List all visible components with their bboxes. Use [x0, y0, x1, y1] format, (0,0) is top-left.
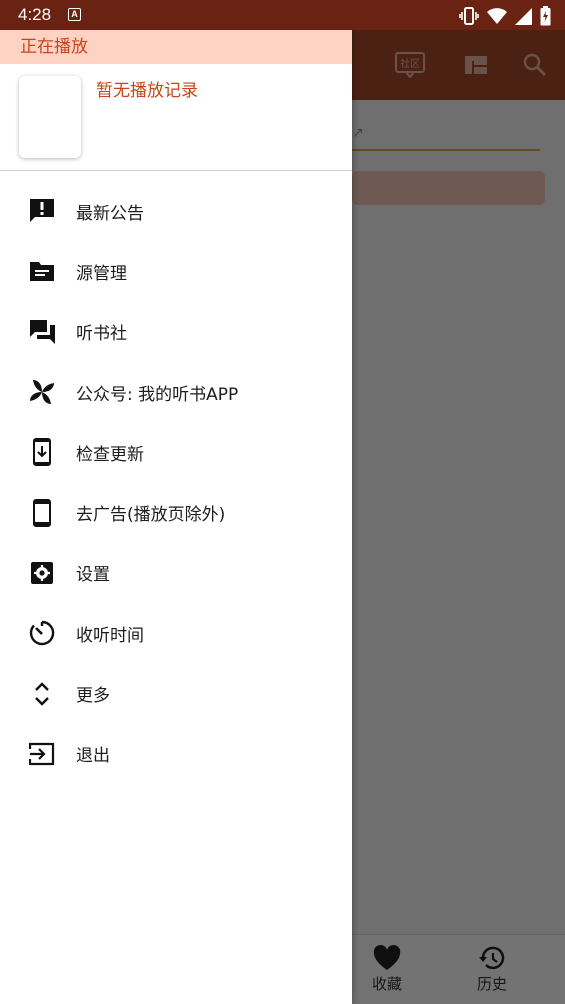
menu-item-forum[interactable]: 听书社 — [0, 302, 352, 362]
menu-item-official-account[interactable]: 公众号: 我的听书APP — [0, 362, 352, 422]
menu-label-announcement: 最新公告 — [76, 203, 144, 224]
vibrate-icon — [459, 7, 479, 25]
menu-label-remove-ads: 去广告(播放页除外) — [76, 505, 226, 526]
menu-item-exit[interactable]: 退出 — [0, 724, 352, 784]
notification-a-icon: A — [68, 8, 81, 21]
exit-icon — [28, 740, 56, 768]
signal-icon — [515, 7, 532, 25]
menu-label-exit: 退出 — [76, 746, 110, 767]
menu-label-source-management: 源管理 — [76, 263, 127, 284]
drawer-menu: 最新公告 源管理 听书社 公众号: 我的听书APP 检查更新 去广告(播放页除外… — [0, 171, 352, 784]
menu-label-settings: 设置 — [76, 565, 110, 586]
menu-item-source-management[interactable]: 源管理 — [0, 241, 352, 301]
menu-label-forum: 听书社 — [76, 324, 127, 345]
menu-item-settings[interactable]: 设置 — [0, 543, 352, 603]
status-bar: 4:28 A — [0, 0, 565, 30]
forum-icon — [28, 318, 56, 346]
pinwheel-icon — [28, 378, 56, 406]
folder-icon — [28, 257, 56, 285]
timer-icon — [28, 619, 56, 647]
menu-label-listening-time: 收听时间 — [76, 625, 144, 646]
unfold-more-icon — [28, 680, 56, 708]
menu-item-listening-time[interactable]: 收听时间 — [0, 603, 352, 663]
now-playing-card[interactable]: 暂无播放记录 — [0, 64, 352, 171]
navigation-drawer: 正在播放 暂无播放记录 最新公告 源管理 听书社 公众号: 我的听书APP 检查… — [0, 30, 352, 1004]
phone-update-icon — [28, 438, 56, 467]
menu-label-official-account: 公众号: 我的听书APP — [76, 384, 239, 405]
announcement-icon — [28, 197, 56, 225]
now-playing-header: 正在播放 — [0, 30, 352, 64]
now-playing-cover[interactable] — [19, 76, 81, 158]
menu-item-more[interactable]: 更多 — [0, 663, 352, 723]
menu-label-more: 更多 — [76, 686, 110, 707]
menu-item-announcement[interactable]: 最新公告 — [0, 181, 352, 241]
menu-item-remove-ads[interactable]: 去广告(播放页除外) — [0, 482, 352, 542]
now-playing-empty-text: 暂无播放记录 — [96, 81, 198, 101]
settings-icon — [28, 559, 56, 587]
wifi-icon — [487, 7, 507, 24]
menu-item-check-update[interactable]: 检查更新 — [0, 422, 352, 482]
battery-charging-icon — [540, 6, 551, 26]
status-time: 4:28 — [18, 5, 52, 24]
system-icons — [459, 6, 551, 26]
menu-label-check-update: 检查更新 — [76, 444, 144, 465]
phone-icon — [28, 498, 56, 527]
